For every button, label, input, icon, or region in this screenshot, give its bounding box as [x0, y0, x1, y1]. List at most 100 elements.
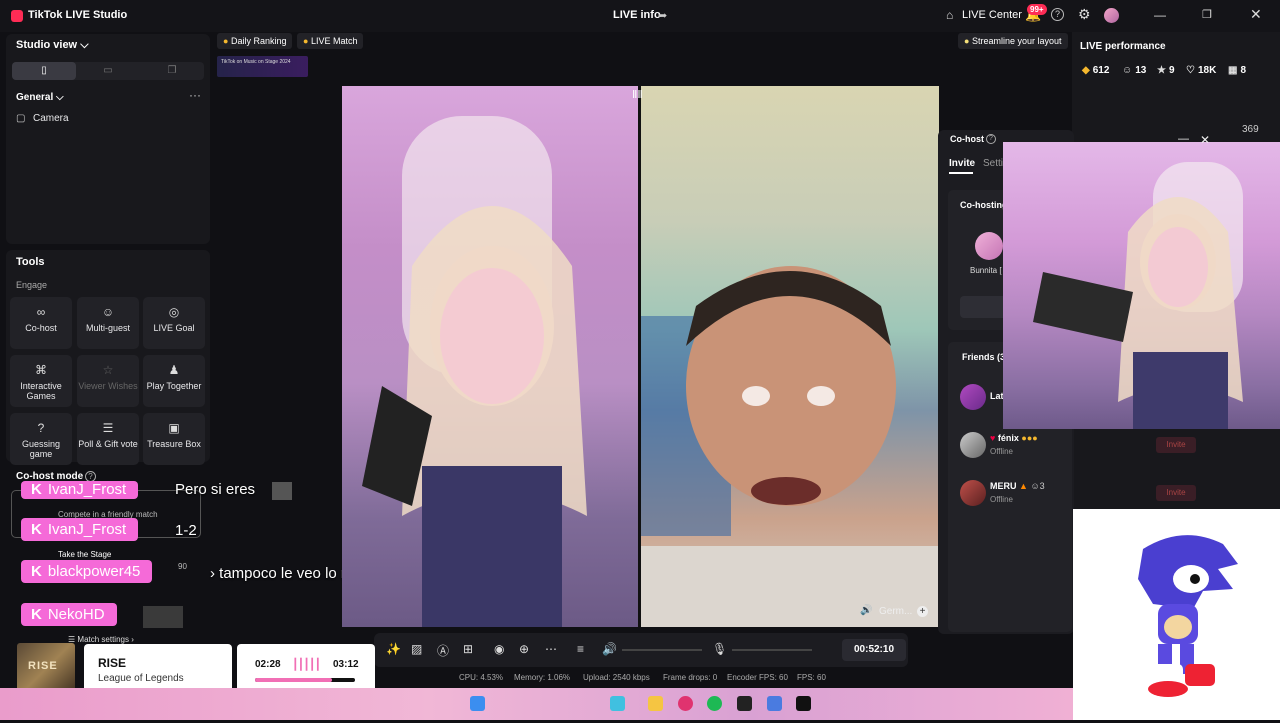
help-icon[interactable]: ?: [1051, 8, 1064, 21]
microphone-icon[interactable]: 🎙: [712, 642, 727, 656]
sliders-icon[interactable]: ≡: [577, 642, 584, 656]
elapsed-time: 02:28: [255, 659, 281, 670]
viewer-wishes-tool[interactable]: ☆ Viewer Wishes: [77, 355, 139, 407]
daily-ranking-button[interactable]: ● Daily Ranking: [217, 33, 293, 49]
camera-switch-icon[interactable]: ⊕: [519, 642, 529, 656]
live-timer: 00:52:10: [842, 639, 906, 661]
tool-label: LIVE Goal: [153, 323, 195, 333]
gear-icon[interactable]: ⚙: [1078, 6, 1091, 23]
guest-video-illustration: [641, 266, 939, 627]
chat-badge: K: [31, 481, 42, 498]
chevron-down-icon: ⌵: [56, 92, 64, 103]
ai-icon[interactable]: Ⓐ: [437, 642, 449, 659]
banner-text: TikTok on Music on Stage 2024: [221, 59, 291, 65]
general-scene-dropdown[interactable]: General ⌵: [16, 92, 64, 103]
app-icon[interactable]: [737, 696, 752, 711]
tool-label: Treasure Box: [147, 439, 201, 449]
split-layout-icon[interactable]: ⅡⅡ: [632, 88, 643, 101]
host-video-illustration: [362, 116, 587, 627]
cohost-panel-title: Co-host: [950, 134, 984, 144]
invite-button[interactable]: Invite: [1156, 437, 1196, 453]
progress-fill: [255, 678, 332, 682]
effects-icon[interactable]: ▨: [411, 642, 422, 656]
co-host-tool[interactable]: ∞ Co-host: [10, 297, 72, 349]
windows-start-icon[interactable]: [470, 696, 485, 711]
close-icon[interactable]: ✕: [1200, 133, 1210, 147]
chat-badge: K: [31, 606, 42, 623]
chat-pill: K IvanJ_Frost: [21, 481, 139, 499]
avatar[interactable]: [975, 232, 1003, 260]
spotify-icon[interactable]: [707, 696, 722, 711]
share-icon[interactable]: ➦: [658, 9, 667, 22]
tool-label: Poll & Gift vote: [78, 439, 138, 449]
multi-guest-tool[interactable]: ☺ Multi-guest: [77, 297, 139, 349]
live-center-button[interactable]: LIVE Center: [962, 9, 1022, 21]
minimize-icon[interactable]: —: [1178, 133, 1189, 145]
system-stat: Frame drops: 0: [663, 673, 718, 682]
chat-pill: K NekoHD: [21, 603, 117, 626]
tools-title: Tools: [16, 256, 45, 268]
overlay-camera-view: [1003, 142, 1280, 429]
streamline-layout-button[interactable]: ● Streamline your layout: [958, 33, 1068, 49]
dual-mode-button[interactable]: ❐: [140, 62, 204, 80]
live-goal-tool[interactable]: ◎ LIVE Goal: [143, 297, 205, 349]
avatar[interactable]: [960, 384, 986, 410]
more-options-icon[interactable]: ···: [189, 88, 201, 102]
studio-view-dropdown[interactable]: Studio view ⌵: [16, 39, 89, 52]
close-button[interactable]: ✕: [1250, 6, 1262, 23]
magic-wand-icon[interactable]: ✨: [386, 642, 401, 656]
guest-volume-icon[interactable]: 🔊: [860, 605, 872, 616]
tab-settings[interactable]: Setti: [983, 158, 1003, 169]
add-source-icon[interactable]: ⊞: [463, 642, 473, 656]
mic-slider[interactable]: [732, 649, 812, 651]
poll-gift-vote-tool[interactable]: ☰ Poll & Gift vote: [77, 413, 139, 465]
minimize-button[interactable]: —: [1154, 8, 1166, 22]
help-icon[interactable]: ?: [986, 134, 996, 144]
emoji-icon: ●●●: [1021, 433, 1038, 443]
play-together-tool[interactable]: ♟ Play Together: [143, 355, 205, 407]
volume-slider[interactable]: [622, 649, 702, 651]
daily-ranking-label: Daily Ranking: [230, 36, 287, 46]
guessing-game-tool[interactable]: ? Guessing game: [10, 413, 72, 465]
trophy-icon: ●: [223, 36, 229, 46]
follow-plus-icon[interactable]: +: [917, 606, 928, 617]
app-icon[interactable]: [767, 696, 782, 711]
treasure-icon: ▣: [168, 421, 180, 435]
flame-icon: ▲: [1019, 481, 1028, 491]
portrait-mode-button[interactable]: ▯: [12, 62, 76, 80]
more-options-icon[interactable]: ⋯: [545, 642, 557, 656]
friend-status: Offline: [990, 447, 1013, 456]
lightbulb-icon: ●: [964, 36, 970, 46]
tab-invite[interactable]: Invite: [949, 158, 975, 169]
speaker-icon[interactable]: 🔊: [602, 642, 617, 656]
play-together-icon: ♟: [168, 363, 180, 377]
camera-source[interactable]: Camera: [33, 113, 69, 124]
app-icon[interactable]: [610, 696, 625, 711]
avatar[interactable]: [960, 432, 986, 458]
record-icon[interactable]: ◉: [494, 642, 504, 656]
tool-label: Interactive Games: [20, 381, 62, 401]
landscape-mode-button[interactable]: ▭: [76, 62, 140, 80]
maximize-button[interactable]: ❐: [1202, 8, 1212, 21]
live-info-button[interactable]: LIVE info: [613, 9, 661, 21]
tiktok-icon[interactable]: [796, 696, 811, 711]
link-icon: ∞: [36, 305, 46, 319]
chat-emote-icon: [143, 606, 183, 628]
folder-icon[interactable]: [648, 696, 663, 711]
avatar[interactable]: [1104, 8, 1119, 23]
browser-icon[interactable]: [678, 696, 693, 711]
cohost-name: Bunnita [: [970, 266, 1002, 275]
avatar[interactable]: [960, 480, 986, 506]
friend-status: Offline: [990, 495, 1013, 504]
take-stage-button[interactable]: Take the Stage: [58, 550, 111, 559]
home-icon[interactable]: ⌂: [946, 8, 953, 22]
equalizer-icon: ┃┃┃┃┃: [292, 659, 321, 671]
invite-button[interactable]: Invite: [1156, 485, 1196, 501]
treasure-box-tool[interactable]: ▣ Treasure Box: [143, 413, 205, 465]
match-settings-link[interactable]: ☰ Match settings ›: [68, 635, 134, 644]
interactive-games-tool[interactable]: ⌘ Interactive Games: [10, 355, 72, 407]
performance-stat: ☺ 13: [1122, 65, 1146, 76]
live-match-button[interactable]: ● LIVE Match: [297, 33, 364, 49]
active-tab-indicator: [949, 172, 973, 174]
performance-stat: ★ 9: [1157, 65, 1175, 76]
